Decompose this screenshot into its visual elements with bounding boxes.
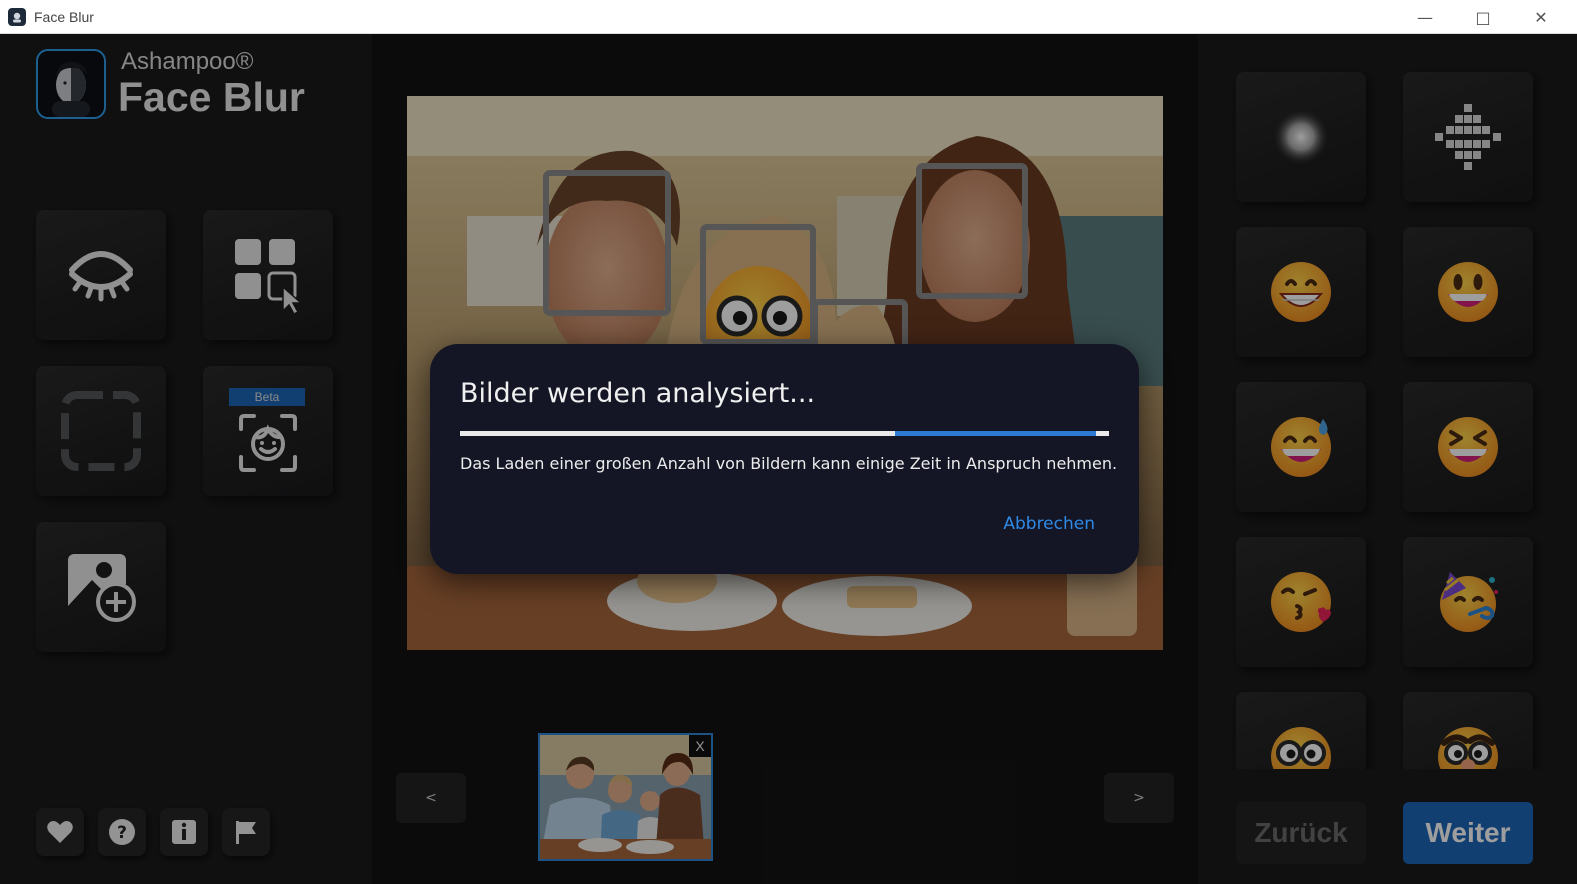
maximize-button[interactable]: □ [1454,0,1512,34]
minimize-button[interactable]: — [1396,0,1454,34]
title-bar: Face Blur — □ ✕ [0,0,1577,34]
window-title: Face Blur [34,8,94,25]
app-icon [8,7,26,26]
dialog-title: Bilder werden analysiert... [460,378,816,409]
cancel-button[interactable]: Abbrechen [1003,514,1095,534]
close-button[interactable]: ✕ [1512,0,1570,34]
analysis-dialog: Bilder werden analysiert... Das Laden ei… [430,344,1139,574]
dialog-message: Das Laden einer großen Anzahl von Bilder… [460,454,1118,473]
progress-bar-fill [894,431,1097,436]
progress-bar [460,431,1109,436]
